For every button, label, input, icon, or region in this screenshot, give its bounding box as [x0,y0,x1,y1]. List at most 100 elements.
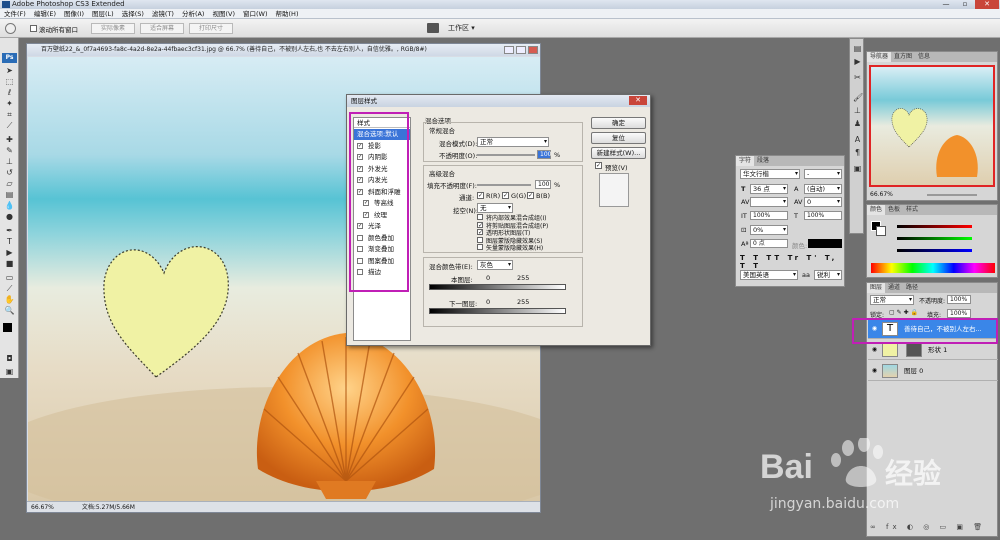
text-color-swatch[interactable] [808,239,842,248]
advanced-option-checkbox[interactable] [477,244,483,250]
tab-swatches[interactable]: 色板 [885,205,903,215]
baseline-shift-field[interactable]: 0 点 [750,239,788,248]
layer-blend-mode-select[interactable]: 正常 [870,295,914,305]
navigator-zoom[interactable]: 66.67% [870,191,893,198]
tracking-select[interactable]: 0 [804,197,842,207]
shape-tool-icon[interactable]: ■ [4,259,15,268]
eyedropper2-icon[interactable]: ⟋ [4,284,15,293]
layer-row[interactable]: ◉ 图层 0 [868,361,998,381]
paragraph-panel-icon[interactable]: ¶ [853,148,862,157]
vertical-scale-field[interactable]: 100% [750,211,788,220]
zoom-readout[interactable]: 66.67% [31,504,54,511]
preview-checkbox[interactable]: ✓ [595,162,602,169]
hand-tool2-icon[interactable]: ✋ [4,295,15,304]
menu-view[interactable]: 视图(V) [208,9,239,19]
tab-paragraph[interactable]: 段落 [754,156,772,166]
workspace-button[interactable]: 工作区 ▾ [448,22,502,35]
font-size-select[interactable]: 36 点 [750,184,788,194]
doc-maximize-button[interactable] [516,46,526,54]
advanced-option-checkbox[interactable]: ✓ [477,221,483,228]
kerning-select[interactable] [750,197,788,207]
print-size-button[interactable]: 打印尺寸 [189,23,233,34]
channel-g-checkbox[interactable]: ✓ [502,192,509,199]
doc-size-readout[interactable]: 文档:5.27M/5.66M [82,504,135,511]
leading-select[interactable]: (自动) [804,184,842,194]
eyedropper-icon[interactable]: ⟋ [4,121,15,130]
blur-tool-icon[interactable]: 💧 [4,201,15,210]
fit-screen-button[interactable]: 适合屏幕 [140,23,184,34]
horizontal-scale-field[interactable]: 100% [804,211,842,220]
knockout-select[interactable]: 无 [477,203,513,213]
tsume-select[interactable]: 0% [750,225,788,235]
menu-file[interactable]: 文件(F) [0,9,30,19]
tab-layers[interactable]: 图层 [867,283,886,293]
reset-button[interactable]: 复位 [591,132,646,144]
advanced-option-checkbox[interactable]: ✓ [477,229,483,236]
bridge-icon[interactable] [427,23,439,33]
dodge-tool-icon[interactable]: ● [4,212,15,221]
history-brush-icon[interactable]: ↺ [4,168,15,177]
advanced-option-checkbox[interactable] [477,214,483,220]
menu-image[interactable]: 图像(I) [60,9,88,19]
lock-icons[interactable]: ▢ ✎ ✚ 🔒 [889,309,918,316]
menu-analysis[interactable]: 分析(A) [178,9,209,19]
pen-tool-icon[interactable]: ✒ [4,226,15,235]
restore-button[interactable]: ▫ [956,0,974,9]
menu-help[interactable]: 帮助(H) [272,9,303,19]
tab-styles[interactable]: 样式 [903,205,921,215]
channel-r-checkbox[interactable]: ✓ [477,192,484,199]
menu-layer[interactable]: 图层(L) [88,9,118,19]
close-button[interactable]: ✕ [975,0,999,9]
history-panel-icon[interactable]: ▤ [853,44,862,53]
gradient-tool-icon[interactable]: ▤ [4,190,15,199]
brush-tool-icon[interactable]: ✎ [4,146,15,155]
move-tool-icon[interactable]: ➤ [4,66,15,75]
font-family-select[interactable]: 华文行楷 [740,169,800,179]
tab-paths[interactable]: 路径 [903,283,921,293]
underlying-layer-gradient[interactable] [429,308,566,314]
stamp-panel-icon[interactable]: ♟ [853,119,862,128]
tab-navigator[interactable]: 导航器 [867,52,892,62]
navigator-zoom-slider[interactable] [927,194,977,196]
fill-field[interactable]: 100% [947,309,971,318]
opacity-slider[interactable] [477,154,535,156]
fill-opacity-field[interactable]: 100 [535,180,551,189]
zoom-tool-icon[interactable]: 🔍 [4,306,15,315]
eraser-tool-icon[interactable]: ▱ [4,179,15,188]
blend-if-select[interactable]: 灰色 [477,260,513,270]
healing-brush-icon[interactable]: ✚ [4,135,15,144]
vector-mask-thumb[interactable] [906,343,922,357]
tool-presets-icon[interactable]: ✂ [853,73,862,82]
new-style-button[interactable]: 新建样式(W)... [591,147,646,159]
lasso-tool-icon[interactable]: ℓ [4,88,15,97]
navigator-thumbnail[interactable] [869,65,995,187]
clone-source-icon[interactable]: ⊥ [853,106,862,115]
red-slider[interactable] [897,225,972,228]
tab-info[interactable]: 信息 [915,52,933,62]
layer-comps-icon[interactable]: ▣ [853,164,862,173]
tab-histogram[interactable]: 直方图 [891,52,915,62]
marquee-tool-icon[interactable]: ⬚ [4,77,15,86]
tab-color[interactable]: 颜色 [867,205,886,215]
blue-slider[interactable] [897,249,972,252]
clone-stamp-icon[interactable]: ⊥ [4,157,15,166]
antialias-select[interactable]: 锐利 [814,270,842,280]
language-select[interactable]: 美国英语 [740,270,798,280]
menu-window[interactable]: 窗口(W) [239,9,272,19]
bg-color-chip[interactable] [876,226,886,236]
dialog-close-button[interactable]: ✕ [629,96,647,105]
channel-b-checkbox[interactable]: ✓ [527,192,534,199]
notes-tool-icon[interactable]: ▭ [4,273,15,282]
visibility-eye-icon[interactable]: ◉ [871,367,878,374]
minimize-button[interactable]: — [937,0,955,9]
quick-mask-icon[interactable]: ◘ [4,354,15,363]
actions-panel-icon[interactable]: ▶ [853,57,862,66]
color-spectrum[interactable] [871,263,995,273]
this-layer-gradient[interactable] [429,284,566,290]
fill-opacity-slider[interactable] [477,184,531,186]
opacity-field[interactable]: 100 [537,150,551,159]
type-tool-icon[interactable]: T [4,237,15,246]
ok-button[interactable]: 确定 [591,117,646,129]
visibility-eye-icon[interactable]: ◉ [871,346,878,353]
tab-character[interactable]: 字符 [736,156,755,166]
